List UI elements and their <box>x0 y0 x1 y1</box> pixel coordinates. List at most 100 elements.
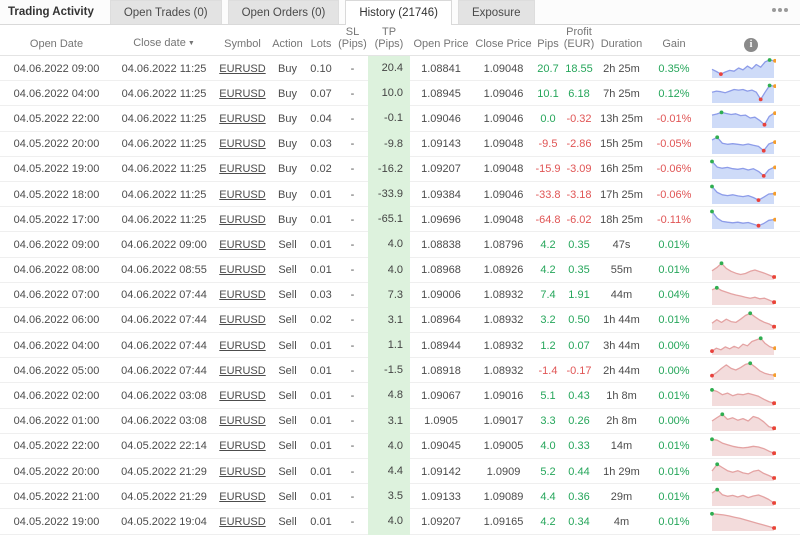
tp-pips-cell: 4.8 <box>368 383 410 408</box>
symbol-link[interactable]: EURUSD <box>215 63 270 75</box>
sl-pips-cell: - <box>337 63 368 75</box>
lots-cell: 0.01 <box>305 239 337 251</box>
gain-cell: 0.01% <box>646 264 702 276</box>
tp-pips-cell: -1.5 <box>368 358 410 383</box>
duration-cell: 18h 25m <box>597 214 646 226</box>
open-price-cell: 1.09384 <box>410 189 472 201</box>
symbol-link[interactable]: EURUSD <box>215 466 270 478</box>
lots-cell: 0.01 <box>305 390 337 402</box>
symbol-link[interactable]: EURUSD <box>215 314 270 326</box>
column-header-profit-eur: Profit(EUR) <box>561 26 597 55</box>
table-row: 04.06.2022 01:0004.06.2022 03:08EURUSDSe… <box>0 409 800 434</box>
tab-bar: Trading Activity Open Trades (0)Open Ord… <box>0 0 800 25</box>
profit-cell: -2.86 <box>561 138 597 150</box>
open-price-cell: 1.08841 <box>410 63 472 75</box>
close-date-cell: 04.06.2022 03:08 <box>113 390 215 402</box>
symbol-link[interactable]: EURUSD <box>215 365 270 377</box>
gain-cell: 0.01% <box>646 466 702 478</box>
symbol-link[interactable]: EURUSD <box>215 516 270 528</box>
symbol-link[interactable]: EURUSD <box>215 138 270 150</box>
duration-cell: 2h 8m <box>597 415 646 427</box>
symbol-link[interactable]: EURUSD <box>215 390 270 402</box>
tab-history-21746[interactable]: History (21746) <box>345 0 452 25</box>
trade-sparkline-chart <box>702 58 800 79</box>
open-date-cell: 04.06.2022 06:00 <box>0 314 113 326</box>
symbol-link[interactable]: EURUSD <box>215 289 270 301</box>
action-cell: Sell <box>270 239 305 251</box>
tab-open-trades-0[interactable]: Open Trades (0) <box>110 0 222 24</box>
symbol-link[interactable]: EURUSD <box>215 113 270 125</box>
tab-open-orders-0[interactable]: Open Orders (0) <box>228 0 340 24</box>
profit-cell: 0.26 <box>561 415 597 427</box>
open-price-cell: 1.08944 <box>410 340 472 352</box>
gain-cell: 0.00% <box>646 365 702 377</box>
profit-cell: 6.18 <box>561 88 597 100</box>
open-date-cell: 04.05.2022 22:00 <box>0 440 113 452</box>
sort-desc-icon: ▼ <box>188 40 195 47</box>
sl-pips-cell: - <box>337 415 368 427</box>
symbol-link[interactable]: EURUSD <box>215 214 270 226</box>
tp-pips-cell: 4.0 <box>368 258 410 283</box>
tp-pips-cell: 7.3 <box>368 283 410 308</box>
open-date-cell: 04.05.2022 17:00 <box>0 214 113 226</box>
column-header-pips: Pips <box>535 38 561 55</box>
symbol-link[interactable]: EURUSD <box>215 264 270 276</box>
open-price-cell: 1.09045 <box>410 440 472 452</box>
sl-pips-cell: - <box>337 365 368 377</box>
open-price-cell: 1.09696 <box>410 214 472 226</box>
symbol-link[interactable]: EURUSD <box>215 491 270 503</box>
close-price-cell: 1.09046 <box>472 113 535 125</box>
tab-exposure[interactable]: Exposure <box>458 0 535 24</box>
duration-cell: 1h 29m <box>597 466 646 478</box>
close-price-cell: 1.09017 <box>472 415 535 427</box>
gain-cell: 0.01% <box>646 440 702 452</box>
lots-cell: 0.01 <box>305 516 337 528</box>
close-date-cell: 04.05.2022 21:29 <box>113 466 215 478</box>
ellipsis-menu-icon[interactable] <box>770 6 790 14</box>
sl-pips-cell: - <box>337 491 368 503</box>
duration-cell: 7h 25m <box>597 88 646 100</box>
table-row: 04.05.2022 22:0004.05.2022 22:14EURUSDSe… <box>0 434 800 459</box>
table-header: Open DateClose date▼SymbolActionLotsSL(P… <box>0 25 800 56</box>
trade-sparkline-chart <box>702 386 800 407</box>
action-cell: Sell <box>270 365 305 377</box>
tp-pips-cell: 4.0 <box>368 434 410 459</box>
table-row: 04.06.2022 06:0004.06.2022 07:44EURUSDSe… <box>0 308 800 333</box>
profit-cell: 0.44 <box>561 466 597 478</box>
sl-pips-cell: - <box>337 163 368 175</box>
gain-cell: 0.01% <box>646 390 702 402</box>
symbol-link[interactable]: EURUSD <box>215 415 270 427</box>
open-date-cell: 04.06.2022 09:00 <box>0 63 113 75</box>
symbol-link[interactable]: EURUSD <box>215 88 270 100</box>
column-header-openprice: Open Price <box>410 38 472 55</box>
symbol-link[interactable]: EURUSD <box>215 340 270 352</box>
symbol-link[interactable]: EURUSD <box>215 163 270 175</box>
profit-cell: -0.32 <box>561 113 597 125</box>
sl-pips-cell: - <box>337 138 368 150</box>
trade-sparkline-chart <box>702 511 800 532</box>
profit-cell: -0.17 <box>561 365 597 377</box>
column-header-closedate[interactable]: Close date▼ <box>113 37 215 55</box>
close-price-cell: 1.08926 <box>472 264 535 276</box>
column-header-opendate: Open Date <box>0 38 113 55</box>
gain-cell: -0.06% <box>646 163 702 175</box>
close-date-cell: 04.06.2022 11:25 <box>113 113 215 125</box>
trade-sparkline-chart <box>702 310 800 331</box>
close-price-cell: 1.09048 <box>472 138 535 150</box>
sl-pips-cell: - <box>337 466 368 478</box>
open-price-cell: 1.0905 <box>410 415 472 427</box>
symbol-link[interactable]: EURUSD <box>215 239 270 251</box>
close-date-cell: 04.06.2022 03:08 <box>113 415 215 427</box>
table-row: 04.06.2022 02:0004.06.2022 03:08EURUSDSe… <box>0 383 800 408</box>
duration-cell: 29m <box>597 491 646 503</box>
action-cell: Sell <box>270 340 305 352</box>
open-price-cell: 1.09207 <box>410 516 472 528</box>
profit-cell: 0.35 <box>561 264 597 276</box>
open-date-cell: 04.06.2022 08:00 <box>0 264 113 276</box>
symbol-link[interactable]: EURUSD <box>215 440 270 452</box>
symbol-link[interactable]: EURUSD <box>215 189 270 201</box>
info-icon[interactable]: i <box>744 38 758 52</box>
close-date-cell: 04.06.2022 11:25 <box>113 63 215 75</box>
open-date-cell: 04.05.2022 21:00 <box>0 491 113 503</box>
lots-cell: 0.10 <box>305 63 337 75</box>
